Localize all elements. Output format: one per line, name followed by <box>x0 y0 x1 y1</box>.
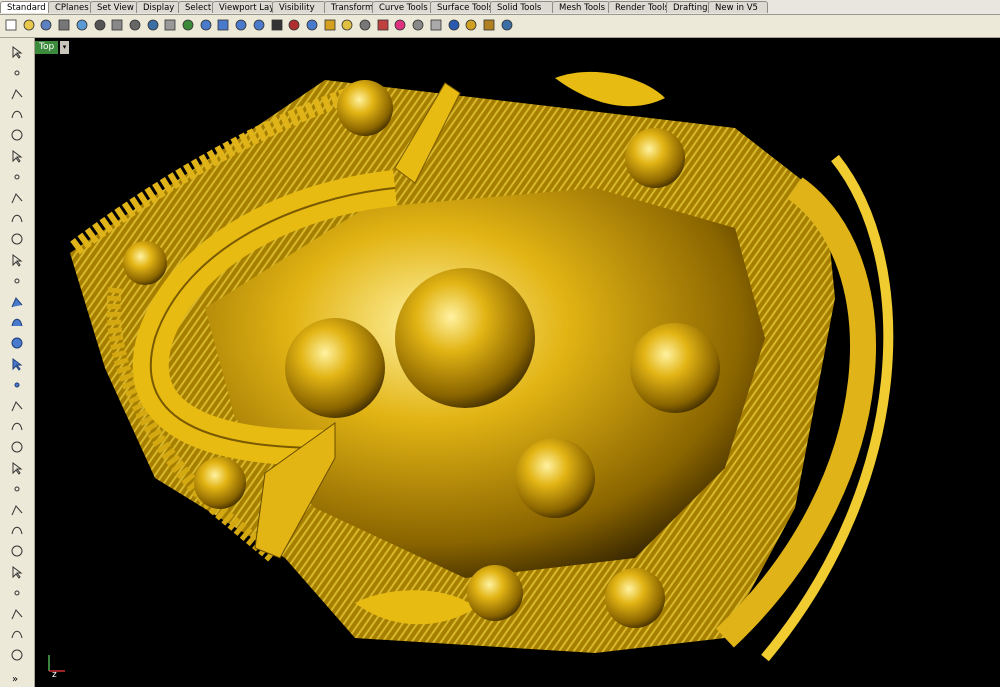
paste-icon[interactable] <box>127 17 143 33</box>
tab-select[interactable]: Select <box>178 1 214 13</box>
import-icon[interactable] <box>74 17 90 33</box>
grid-snap-icon[interactable] <box>304 17 320 33</box>
zoom-dynamic-icon[interactable] <box>198 17 214 33</box>
left-tool-palette: » <box>0 38 35 687</box>
extrude-surface-icon[interactable] <box>9 294 25 310</box>
tab-render-tools[interactable]: Render Tools <box>608 1 668 13</box>
rectangle-icon[interactable] <box>9 190 25 206</box>
rotate-view-icon[interactable] <box>180 17 196 33</box>
array-icon[interactable] <box>9 585 25 601</box>
render-icon[interactable] <box>9 626 25 642</box>
gold-relief-model <box>70 71 894 662</box>
viewport-top[interactable]: Top ▾ z <box>35 38 1000 687</box>
world-axes-icon: z <box>48 655 65 679</box>
standard-toolbar <box>0 15 1000 38</box>
shaded-sphere-icon[interactable] <box>410 17 426 33</box>
join-icon[interactable] <box>9 439 25 455</box>
tab-mesh-tools[interactable]: Mesh Tools <box>552 1 610 13</box>
pan-hand-icon[interactable] <box>162 17 178 33</box>
cut-icon[interactable] <box>92 17 108 33</box>
sphere-solid-icon[interactable] <box>9 335 25 351</box>
split-icon[interactable] <box>9 460 25 476</box>
help-icon[interactable] <box>499 17 515 33</box>
tab-display[interactable]: Display <box>136 1 180 13</box>
tab-new-in-v5[interactable]: New in V5 <box>708 1 768 13</box>
boolean-icon[interactable] <box>9 398 25 414</box>
rendered-sphere-icon[interactable] <box>428 17 444 33</box>
tab-surface-tools[interactable]: Surface Tools <box>430 1 492 13</box>
axis-label-z: z <box>52 670 57 679</box>
color-wheel-icon[interactable] <box>392 17 408 33</box>
camera-icon[interactable] <box>286 17 302 33</box>
zoom-extents-icon[interactable] <box>233 17 249 33</box>
light-bulb-icon[interactable] <box>339 17 355 33</box>
group-icon[interactable] <box>9 564 25 580</box>
polyline-icon[interactable] <box>9 86 25 102</box>
tab-curve-tools[interactable]: Curve Tools <box>372 1 432 13</box>
analyze-icon[interactable] <box>9 606 25 622</box>
fillet-curve-icon[interactable] <box>9 231 25 247</box>
viewport-menu-arrow-icon[interactable]: ▾ <box>60 41 69 54</box>
rotate-icon[interactable] <box>9 502 25 518</box>
toolbar-tab-strip: Standard CPlanes Set View Display Select View… <box>0 0 1000 15</box>
dimension-icon[interactable] <box>9 543 25 559</box>
text-icon[interactable] <box>9 522 25 538</box>
surface-from-curves-icon[interactable] <box>9 273 25 289</box>
viewport-title-tab[interactable]: Top <box>35 41 59 54</box>
tab-set-view[interactable]: Set View <box>90 1 138 13</box>
options-gear-icon[interactable] <box>481 17 497 33</box>
render-sphere-icon[interactable] <box>446 17 462 33</box>
cylinder-solid-icon[interactable] <box>9 356 25 372</box>
offset-curve-icon[interactable] <box>9 252 25 268</box>
copy-icon[interactable] <box>109 17 125 33</box>
tab-standard[interactable]: Standard <box>0 1 50 13</box>
more-tools-icon[interactable] <box>9 647 25 663</box>
zoom-selected-icon[interactable] <box>251 17 267 33</box>
print-icon[interactable] <box>56 17 72 33</box>
layer-icon[interactable] <box>322 17 338 33</box>
circle-icon[interactable] <box>9 127 25 143</box>
tab-visibility[interactable]: Visibility <box>272 1 326 13</box>
zoom-window-icon[interactable] <box>215 17 231 33</box>
lock-icon[interactable] <box>357 17 373 33</box>
explode-icon[interactable] <box>9 418 25 434</box>
four-viewports-icon[interactable] <box>269 17 285 33</box>
tab-cplanes[interactable]: CPlanes <box>48 1 92 13</box>
save-icon[interactable] <box>38 17 54 33</box>
open-folder-icon[interactable] <box>21 17 37 33</box>
tab-viewport-layout[interactable]: Viewport Layout <box>212 1 274 13</box>
select-arrow-icon[interactable] <box>9 44 25 60</box>
materials-icon[interactable] <box>463 17 479 33</box>
tab-solid-tools[interactable]: Solid Tools <box>490 1 554 13</box>
curve-icon[interactable] <box>9 106 25 122</box>
move-icon[interactable] <box>9 481 25 497</box>
more-tools-chevron[interactable]: » <box>12 674 18 685</box>
properties-icon[interactable] <box>375 17 391 33</box>
arc-icon[interactable] <box>9 148 25 164</box>
new-document-icon[interactable] <box>3 17 19 33</box>
tab-transform[interactable]: Transform <box>324 1 374 13</box>
point-icon[interactable] <box>9 65 25 81</box>
ellipse-icon[interactable] <box>9 169 25 185</box>
undo-icon[interactable] <box>145 17 161 33</box>
tab-drafting[interactable]: Drafting <box>666 1 710 13</box>
box-solid-icon[interactable] <box>9 314 25 330</box>
polygon-icon[interactable] <box>9 210 25 226</box>
mesh-icon[interactable] <box>9 377 25 393</box>
